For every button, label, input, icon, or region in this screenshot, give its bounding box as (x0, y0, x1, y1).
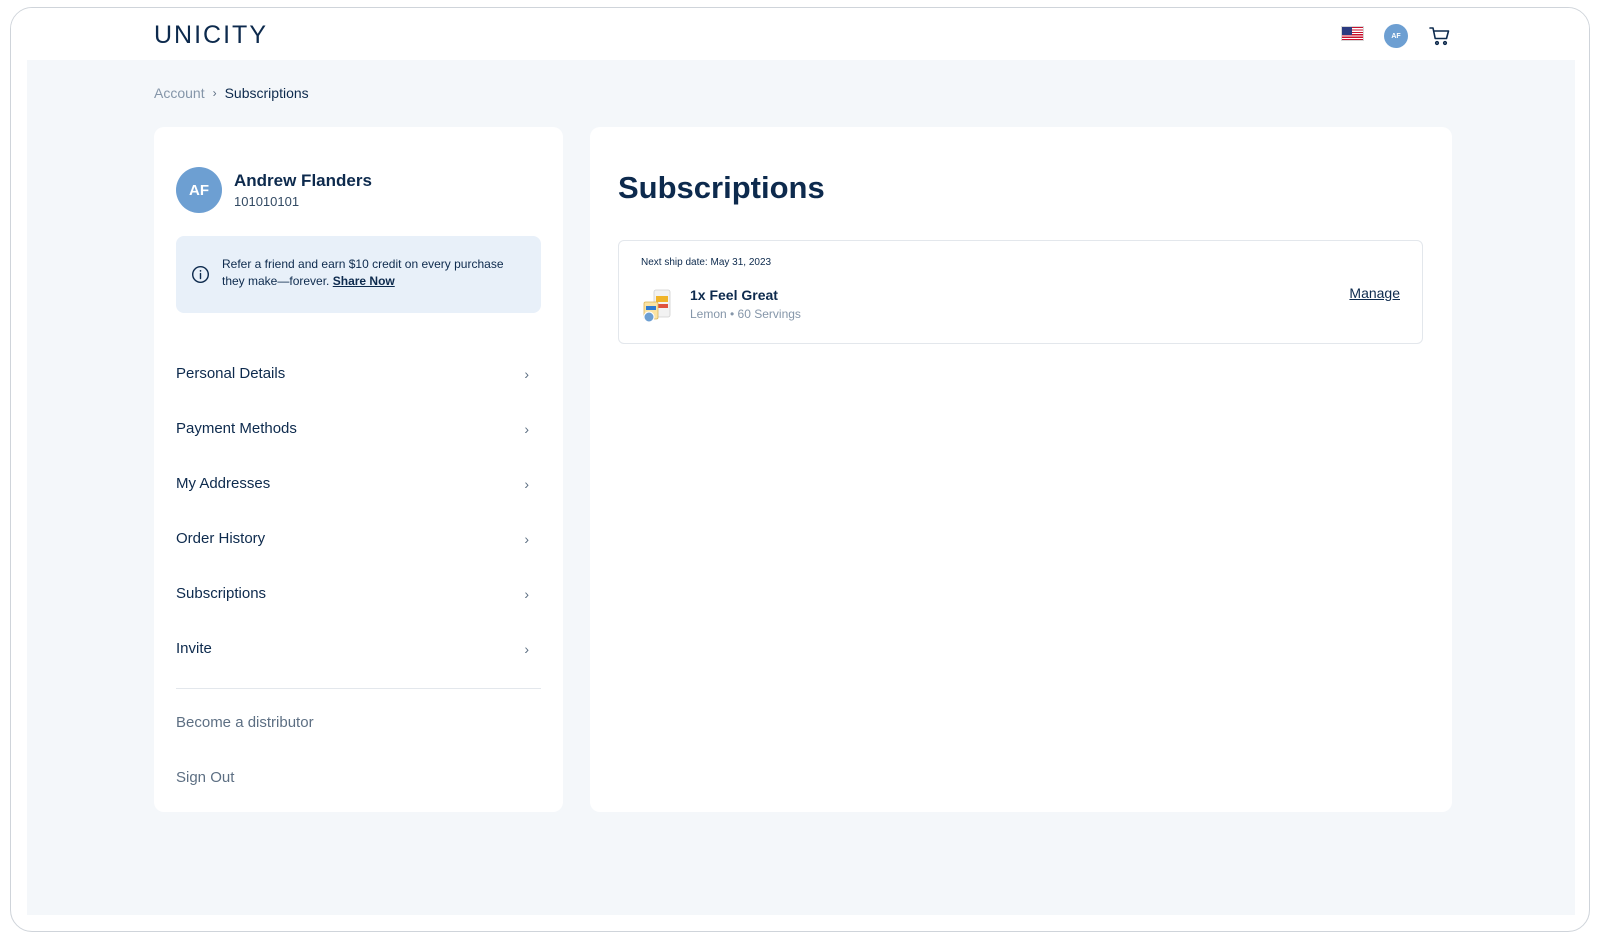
page-title: Subscriptions (618, 170, 825, 205)
chevron-right-icon: › (524, 365, 529, 382)
top-bar: UNICITY AF (11, 8, 1589, 60)
unicity-logo[interactable]: UNICITY (154, 21, 268, 50)
us-flag-icon[interactable] (1341, 26, 1364, 41)
share-now-link[interactable]: Share Now (333, 274, 395, 288)
page-content: Account › Subscriptions AF Andrew Flande… (27, 60, 1575, 915)
nav-item-personal-details[interactable]: Personal Details › (176, 346, 541, 401)
account-nav: Personal Details › Payment Methods › My … (176, 346, 541, 676)
refer-text: Refer a friend and earn $10 credit on ev… (222, 256, 522, 290)
cart-icon[interactable] (1428, 24, 1452, 48)
nav-item-invite[interactable]: Invite › (176, 621, 541, 676)
chevron-right-icon: › (212, 86, 217, 100)
manage-link[interactable]: Manage (1349, 285, 1400, 301)
nav-item-payment-methods[interactable]: Payment Methods › (176, 401, 541, 456)
next-ship-date: Next ship date: May 31, 2023 (641, 257, 772, 268)
nav-item-label: Subscriptions (176, 585, 267, 602)
nav-item-my-addresses[interactable]: My Addresses › (176, 456, 541, 511)
refer-banner: Refer a friend and earn $10 credit on ev… (176, 236, 541, 313)
chevron-right-icon: › (524, 420, 529, 437)
user-id: 101010101 (234, 194, 300, 209)
chevron-right-icon: › (524, 475, 529, 492)
subscriptions-panel: Subscriptions Next ship date: May 31, 20… (590, 127, 1452, 812)
header-avatar[interactable]: AF (1384, 24, 1408, 48)
chevron-right-icon: › (524, 530, 529, 547)
user-name: Andrew Flanders (234, 171, 372, 190)
nav-item-label: Invite (176, 640, 212, 657)
nav-item-label: Personal Details (176, 365, 286, 382)
secondary-nav: Become a distributor Sign Out (176, 695, 541, 805)
subscription-card: Next ship date: May 31, 2023 1x Feel Gre… (618, 240, 1423, 344)
nav-item-label: My Addresses (176, 475, 271, 492)
breadcrumb-account[interactable]: Account (154, 85, 205, 101)
product-meta: Lemon • 60 Servings (690, 307, 801, 321)
chevron-right-icon: › (524, 585, 529, 602)
nav-item-order-history[interactable]: Order History › (176, 511, 541, 566)
account-sidebar: AF Andrew Flanders 101010101 Refer a fri… (154, 127, 563, 812)
product-name: 1x Feel Great (690, 287, 778, 303)
info-icon (191, 265, 210, 284)
sign-out-link[interactable]: Sign Out (176, 750, 541, 805)
product-image (643, 289, 671, 323)
nav-item-label: Payment Methods (176, 420, 297, 437)
breadcrumb-current: Subscriptions (224, 85, 309, 101)
breadcrumb: Account › Subscriptions (154, 85, 309, 101)
chevron-right-icon: › (524, 640, 529, 657)
become-distributor-link[interactable]: Become a distributor (176, 695, 541, 750)
avatar: AF (176, 167, 222, 213)
browser-frame: UNICITY AF Account › Subscriptions AF An… (10, 7, 1590, 932)
nav-item-subscriptions[interactable]: Subscriptions › (176, 566, 541, 621)
nav-divider (176, 688, 541, 689)
profile-header: AF Andrew Flanders 101010101 (176, 167, 372, 213)
nav-item-label: Order History (176, 530, 266, 547)
